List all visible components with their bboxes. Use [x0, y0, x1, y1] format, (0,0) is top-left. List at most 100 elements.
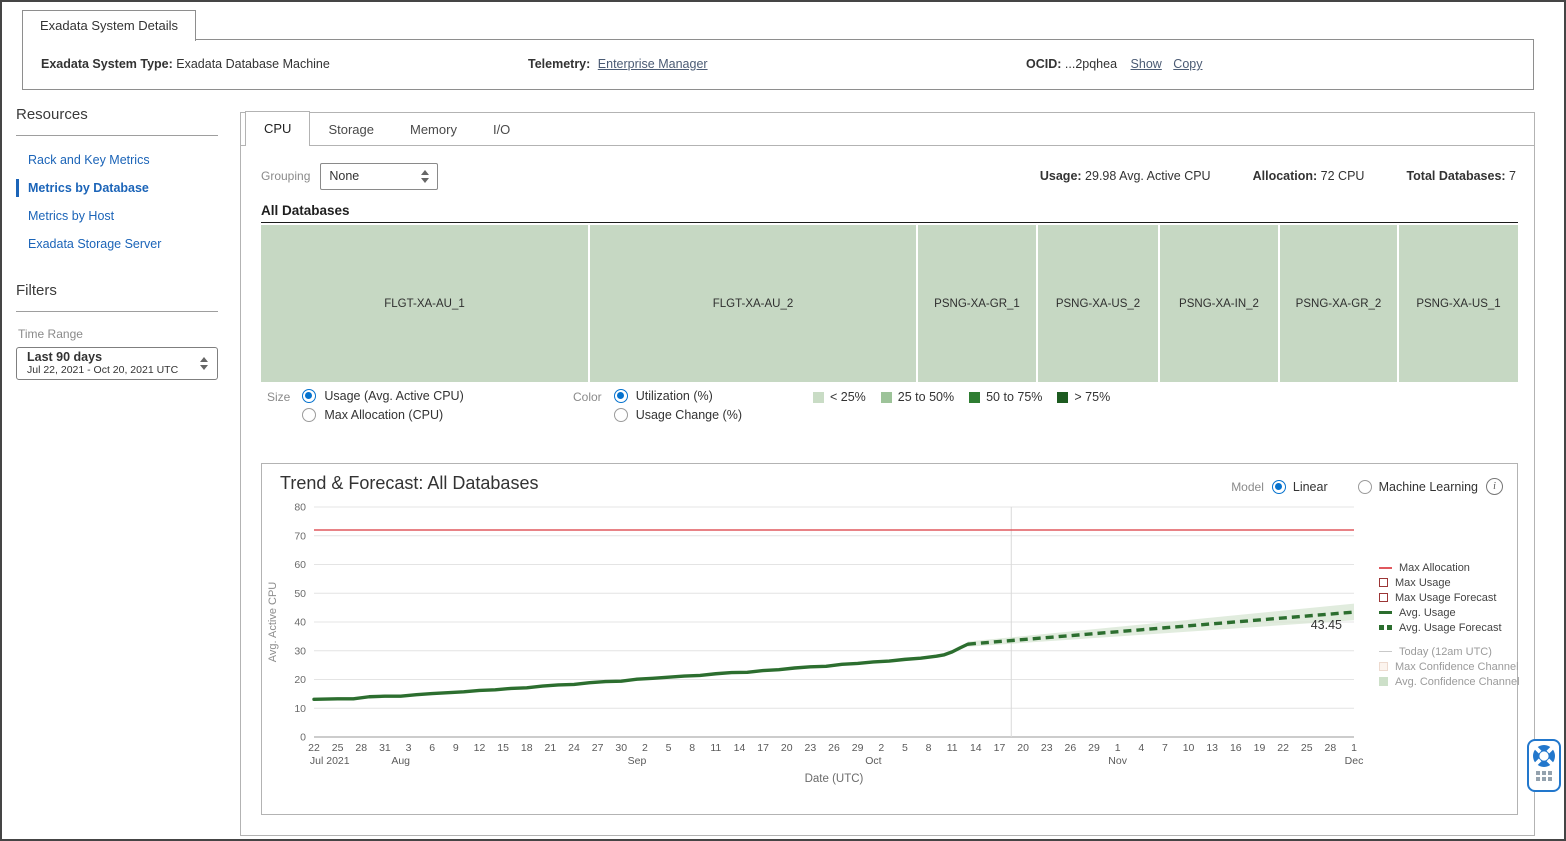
size-option-max-allocation-label: Max Allocation (CPU): [324, 408, 443, 422]
legend-item: < 25%: [813, 390, 866, 404]
telemetry-link[interactable]: Enterprise Manager: [598, 57, 708, 71]
total-databases-stat: Total Databases: 7: [1406, 169, 1516, 183]
time-range-select[interactable]: Last 90 days Jul 22, 2021 - Oct 20, 2021…: [16, 347, 218, 380]
lifebuoy-icon: [1532, 744, 1556, 768]
help-widget[interactable]: [1527, 739, 1561, 792]
legend-label: > 75%: [1074, 390, 1110, 404]
svg-text:70: 70: [294, 530, 306, 542]
allocation-stat: Allocation: 72 CPU: [1253, 169, 1365, 183]
treemap-box[interactable]: PSNG-XA-US_2: [1038, 225, 1158, 382]
svg-text:20: 20: [781, 742, 793, 754]
model-option-machine-learning-label: Machine Learning: [1379, 480, 1478, 494]
treemap-box[interactable]: PSNG-XA-IN_2: [1160, 225, 1278, 382]
system-info-bar: Exadata System Type: Exadata Database Ma…: [22, 39, 1534, 90]
info-icon[interactable]: i: [1486, 478, 1503, 495]
red-line-icon: [1379, 567, 1392, 569]
red-square-icon: [1379, 578, 1388, 587]
legend-avg-confidence-channel: Avg. Confidence Channel: [1379, 674, 1520, 689]
sidebar-item-metrics-by-host[interactable]: Metrics by Host: [16, 202, 218, 230]
sidebar-item-metrics-by-database[interactable]: Metrics by Database: [16, 174, 218, 202]
svg-text:26: 26: [828, 742, 840, 754]
svg-text:0: 0: [300, 732, 306, 744]
svg-text:22: 22: [308, 742, 320, 754]
model-option-linear-label: Linear: [1293, 480, 1328, 494]
svg-text:7: 7: [1162, 742, 1168, 754]
system-type-value: Exadata Database Machine: [176, 57, 330, 71]
total-databases-stat-label: Total Databases:: [1406, 169, 1505, 183]
svg-text:17: 17: [757, 742, 769, 754]
radio-icon[interactable]: [614, 389, 628, 403]
svg-text:8: 8: [689, 742, 695, 754]
radio-icon[interactable]: [302, 389, 316, 403]
size-option-max-allocation[interactable]: Max Allocation (CPU): [302, 408, 463, 422]
spinner-icon: [421, 170, 429, 183]
radio-icon[interactable]: [614, 408, 628, 422]
time-range-detail: Jul 22, 2021 - Oct 20, 2021 UTC: [27, 365, 178, 377]
legend-item: 25 to 50%: [881, 390, 954, 404]
drag-dots-icon[interactable]: [1536, 771, 1552, 781]
ocid-copy-link[interactable]: Copy: [1173, 57, 1202, 71]
treemap-box[interactable]: PSNG-XA-GR_1: [918, 225, 1036, 382]
database-treemap: All Databases FLGT-XA-AU_1 FLGT-XA-AU_2 …: [261, 203, 1518, 382]
legend-swatch: [813, 392, 824, 403]
tab-storage[interactable]: Storage: [310, 113, 392, 145]
svg-text:14: 14: [734, 742, 746, 754]
treemap-box[interactable]: PSNG-XA-US_1: [1399, 225, 1518, 382]
utilization-legend: < 25% 25 to 50% 50 to 75% > 75%: [813, 389, 1110, 405]
usage-stat-label: Usage:: [1040, 169, 1082, 183]
controls-row: Grouping None Usage: 29.98 Avg. Active C…: [261, 161, 1516, 191]
sidebar-item-rack-and-key-metrics[interactable]: Rack and Key Metrics: [16, 146, 218, 174]
time-range-value-wrap: Last 90 days Jul 22, 2021 - Oct 20, 2021…: [27, 350, 178, 377]
treemap-box[interactable]: FLGT-XA-AU_1: [261, 225, 588, 382]
color-option-usage-change-label: Usage Change (%): [636, 408, 742, 422]
radio-icon[interactable]: [302, 408, 316, 422]
legend-today: Today (12am UTC): [1379, 644, 1520, 659]
model-option-linear[interactable]: Linear: [1272, 480, 1328, 494]
tab-io[interactable]: I/O: [475, 113, 528, 145]
legend-avg-usage-forecast: Avg. Usage Forecast: [1379, 620, 1520, 635]
svg-text:43.45: 43.45: [1311, 618, 1342, 632]
grouping-select[interactable]: None: [320, 163, 438, 190]
page-tab-exadata-system-details[interactable]: Exadata System Details: [22, 10, 196, 41]
svg-text:1: 1: [1115, 742, 1121, 754]
resources-nav: Rack and Key Metrics Metrics by Database…: [16, 146, 218, 258]
model-radio-group: Model Linear Machine Learning i: [1231, 478, 1503, 495]
metrics-panel: CPU Storage Memory I/O Grouping None Usa…: [240, 112, 1535, 836]
grouping-value: None: [329, 169, 359, 183]
color-option-utilization[interactable]: Utilization (%): [614, 389, 742, 403]
svg-text:25: 25: [332, 742, 344, 754]
telemetry-label: Telemetry:: [528, 57, 590, 71]
svg-text:9: 9: [453, 742, 459, 754]
sidebar: Resources Rack and Key Metrics Metrics b…: [16, 106, 218, 380]
svg-text:27: 27: [592, 742, 604, 754]
svg-text:Jul 2021: Jul 2021: [310, 755, 350, 767]
filters-heading: Filters: [16, 282, 218, 312]
allocation-stat-label: Allocation:: [1253, 169, 1318, 183]
svg-text:Date (UTC): Date (UTC): [805, 773, 864, 785]
svg-text:40: 40: [294, 617, 306, 629]
color-option-usage-change[interactable]: Usage Change (%): [614, 408, 742, 422]
usage-stat: Usage: 29.98 Avg. Active CPU: [1040, 169, 1211, 183]
radio-icon[interactable]: [1272, 480, 1286, 494]
ocid-show-link[interactable]: Show: [1131, 57, 1162, 71]
treemap-box[interactable]: PSNG-XA-GR_2: [1280, 225, 1397, 382]
svg-text:28: 28: [1325, 742, 1337, 754]
light-green-square-icon: [1379, 677, 1388, 686]
trend-chart-legend: Max Allocation Max Usage Max Usage Forec…: [1379, 560, 1520, 689]
tab-cpu[interactable]: CPU: [245, 111, 310, 146]
model-option-machine-learning[interactable]: Machine Learning: [1358, 480, 1478, 494]
svg-text:29: 29: [852, 742, 864, 754]
sidebar-item-exadata-storage-server[interactable]: Exadata Storage Server: [16, 230, 218, 258]
exadata-system-details-page: Exadata System Details Exadata System Ty…: [0, 0, 1566, 841]
gray-line-icon: [1379, 651, 1392, 652]
svg-text:60: 60: [294, 559, 306, 571]
red-square-icon: [1379, 593, 1388, 602]
svg-text:Avg. Active CPU: Avg. Active CPU: [267, 582, 279, 663]
size-option-usage[interactable]: Usage (Avg. Active CPU): [302, 389, 463, 403]
tab-memory[interactable]: Memory: [392, 113, 475, 145]
model-label: Model: [1231, 480, 1264, 494]
radio-icon[interactable]: [1358, 480, 1372, 494]
svg-text:5: 5: [902, 742, 908, 754]
svg-text:Sep: Sep: [628, 755, 647, 767]
treemap-box[interactable]: FLGT-XA-AU_2: [590, 225, 916, 382]
